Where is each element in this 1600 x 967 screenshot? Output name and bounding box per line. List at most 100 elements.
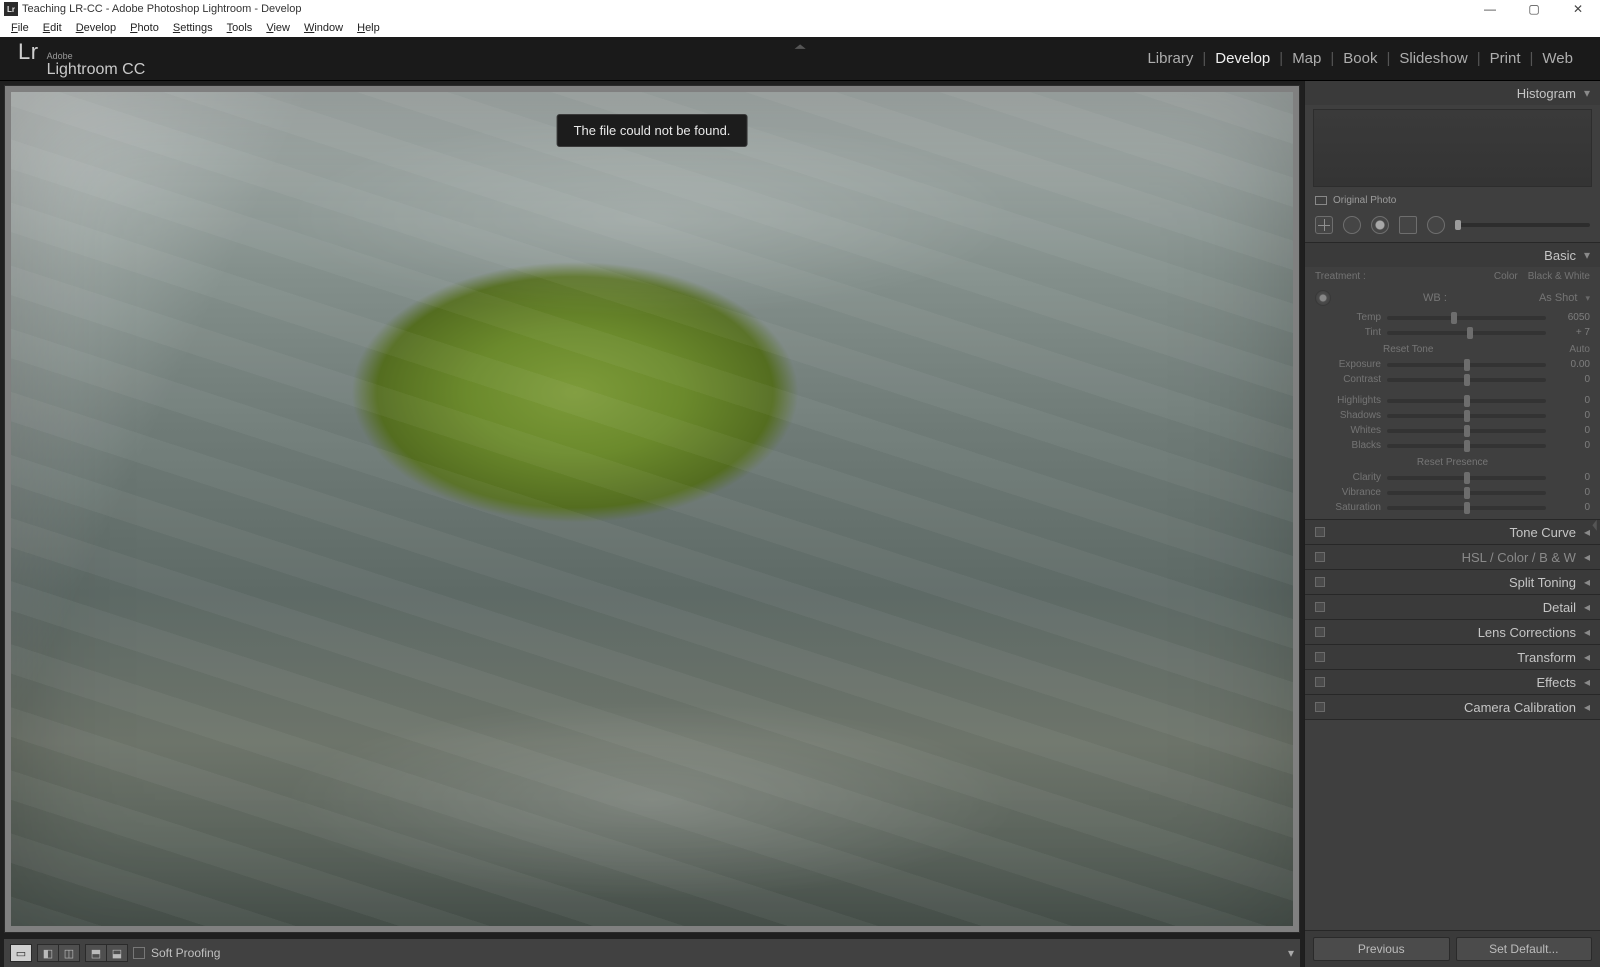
basic-panel: Basic ▾ Treatment : Color Black & White … xyxy=(1305,243,1600,520)
camera-calibration-header[interactable]: Camera Calibration◂ xyxy=(1305,695,1600,719)
before-after-lr-button[interactable]: ◧ xyxy=(37,944,59,962)
module-book[interactable]: Book xyxy=(1334,50,1386,67)
module-picker: Library| Develop| Map| Book| Slideshow| … xyxy=(1138,50,1582,67)
module-develop[interactable]: Develop xyxy=(1206,50,1279,67)
exposure-slider[interactable] xyxy=(1387,363,1546,367)
effects-header[interactable]: Effects◂ xyxy=(1305,670,1600,694)
menu-window[interactable]: Window xyxy=(299,21,348,35)
highlights-slider[interactable] xyxy=(1387,399,1546,403)
right-panel: Histogram ▾ Original Photo xyxy=(1304,81,1600,967)
module-slideshow[interactable]: Slideshow xyxy=(1390,50,1476,67)
logo-mark: Lr xyxy=(18,39,39,65)
panel-switch-icon[interactable] xyxy=(1315,627,1325,637)
vibrance-slider[interactable] xyxy=(1387,491,1546,495)
view-mode-segment: ▭ xyxy=(10,944,31,962)
menu-develop[interactable]: Develop xyxy=(71,21,121,35)
module-print[interactable]: Print xyxy=(1481,50,1530,67)
shadows-slider[interactable] xyxy=(1387,414,1546,418)
window-maximize-button[interactable]: ▢ xyxy=(1512,0,1556,18)
panel-switch-icon[interactable] xyxy=(1315,652,1325,662)
treatment-color[interactable]: Color xyxy=(1494,271,1518,282)
soft-proofing-label: Soft Proofing xyxy=(151,946,220,960)
split-toning-header[interactable]: Split Toning◂ xyxy=(1305,570,1600,594)
app-body: ▸ The file could not be found. ▭ ◧ ◫ ⬒ ⬓ xyxy=(0,81,1600,967)
saturation-slider[interactable] xyxy=(1387,506,1546,510)
before-after-tb-button[interactable]: ⬒ xyxy=(85,944,107,962)
expand-icon: ◂ xyxy=(1584,700,1590,714)
panel-handle-top[interactable]: ▴ xyxy=(794,42,805,51)
brand-name: Lightroom CC xyxy=(47,61,146,78)
expand-icon: ◂ xyxy=(1584,550,1590,564)
tone-auto-button[interactable]: Auto xyxy=(1569,344,1590,355)
menu-tools[interactable]: Tools xyxy=(222,21,258,35)
tone-reset-label[interactable]: Reset Tone xyxy=(1383,344,1433,355)
menu-help[interactable]: Help xyxy=(352,21,385,35)
wb-eyedropper-icon[interactable] xyxy=(1315,290,1331,306)
toolbar-more-menu[interactable]: ▾ xyxy=(1288,946,1294,960)
soft-proofing-checkbox[interactable] xyxy=(133,947,145,959)
panel-switch-icon[interactable] xyxy=(1315,552,1325,562)
menu-view[interactable]: View xyxy=(261,21,295,35)
panel-footer: Previous Set Default... xyxy=(1305,930,1600,967)
blacks-slider[interactable] xyxy=(1387,444,1546,448)
hsl-header[interactable]: HSL / Color / B & W◂ xyxy=(1305,545,1600,569)
expand-icon: ◂ xyxy=(1584,625,1590,639)
wb-value[interactable]: As Shot xyxy=(1539,292,1578,304)
panel-switch-icon[interactable] xyxy=(1315,677,1325,687)
expand-icon: ◂ xyxy=(1584,525,1590,539)
tint-row: Tint+ 7 xyxy=(1305,325,1600,340)
menu-file[interactable]: File xyxy=(6,21,34,35)
missing-file-banner: The file could not be found. xyxy=(557,114,748,147)
menu-settings[interactable]: Settings xyxy=(168,21,218,35)
temp-slider[interactable] xyxy=(1387,316,1546,320)
presence-reset-label[interactable]: Reset Presence xyxy=(1417,457,1488,468)
grad-filter-icon[interactable] xyxy=(1399,216,1417,234)
panel-switch-icon[interactable] xyxy=(1315,702,1325,712)
spot-tool-icon[interactable] xyxy=(1343,216,1361,234)
detail-header[interactable]: Detail◂ xyxy=(1305,595,1600,619)
histogram-panel: Histogram ▾ Original Photo xyxy=(1305,81,1600,243)
menu-photo[interactable]: Photo xyxy=(125,21,164,35)
module-web[interactable]: Web xyxy=(1533,50,1582,67)
loupe-frame[interactable]: The file could not be found. xyxy=(4,85,1300,933)
module-library[interactable]: Library xyxy=(1138,50,1202,67)
module-map[interactable]: Map xyxy=(1283,50,1330,67)
reset-button[interactable]: Set Default... xyxy=(1456,937,1593,961)
original-photo-label: Original Photo xyxy=(1333,195,1396,206)
brand-small: Adobe xyxy=(47,52,146,61)
histogram-title: Histogram xyxy=(1517,86,1576,101)
before-after-tb-split-button[interactable]: ⬓ xyxy=(106,944,128,962)
panel-handle-right[interactable]: ◂ xyxy=(1592,513,1596,535)
histogram-header[interactable]: Histogram ▾ xyxy=(1305,81,1600,105)
wb-menu-icon[interactable]: ▾ xyxy=(1585,293,1590,304)
panel-switch-icon[interactable] xyxy=(1315,577,1325,587)
whites-slider[interactable] xyxy=(1387,429,1546,433)
expand-icon: ◂ xyxy=(1584,575,1590,589)
original-photo-icon xyxy=(1315,196,1327,205)
collapse-icon: ▾ xyxy=(1584,248,1590,262)
loupe-view-button[interactable]: ▭ xyxy=(10,944,32,962)
window-title: Teaching LR-CC - Adobe Photoshop Lightro… xyxy=(22,3,301,15)
transform-header[interactable]: Transform◂ xyxy=(1305,645,1600,669)
clarity-slider[interactable] xyxy=(1387,476,1546,480)
treatment-bw[interactable]: Black & White xyxy=(1528,271,1590,282)
mask-slider[interactable] xyxy=(1455,223,1590,227)
histogram-canvas[interactable] xyxy=(1313,109,1592,187)
contrast-slider[interactable] xyxy=(1387,378,1546,382)
panel-switch-icon[interactable] xyxy=(1315,602,1325,612)
wb-label: WB : xyxy=(1339,292,1531,304)
panel-switch-icon[interactable] xyxy=(1315,527,1325,537)
tint-slider[interactable] xyxy=(1387,331,1546,335)
tone-curve-header[interactable]: Tone Curve◂ xyxy=(1305,520,1600,544)
window-minimize-button[interactable]: — xyxy=(1468,0,1512,18)
window-close-button[interactable]: ✕ xyxy=(1556,0,1600,18)
before-after-lr-split-button[interactable]: ◫ xyxy=(58,944,80,962)
app-shell: Lr Adobe Lightroom CC Library| Develop| … xyxy=(0,37,1600,967)
lens-corrections-header[interactable]: Lens Corrections◂ xyxy=(1305,620,1600,644)
basic-header[interactable]: Basic ▾ xyxy=(1305,243,1600,267)
menu-edit[interactable]: Edit xyxy=(38,21,67,35)
previous-button[interactable]: Previous xyxy=(1313,937,1450,961)
crop-tool-icon[interactable] xyxy=(1315,216,1333,234)
redeye-tool-icon[interactable] xyxy=(1371,216,1389,234)
radial-filter-icon[interactable] xyxy=(1427,216,1445,234)
